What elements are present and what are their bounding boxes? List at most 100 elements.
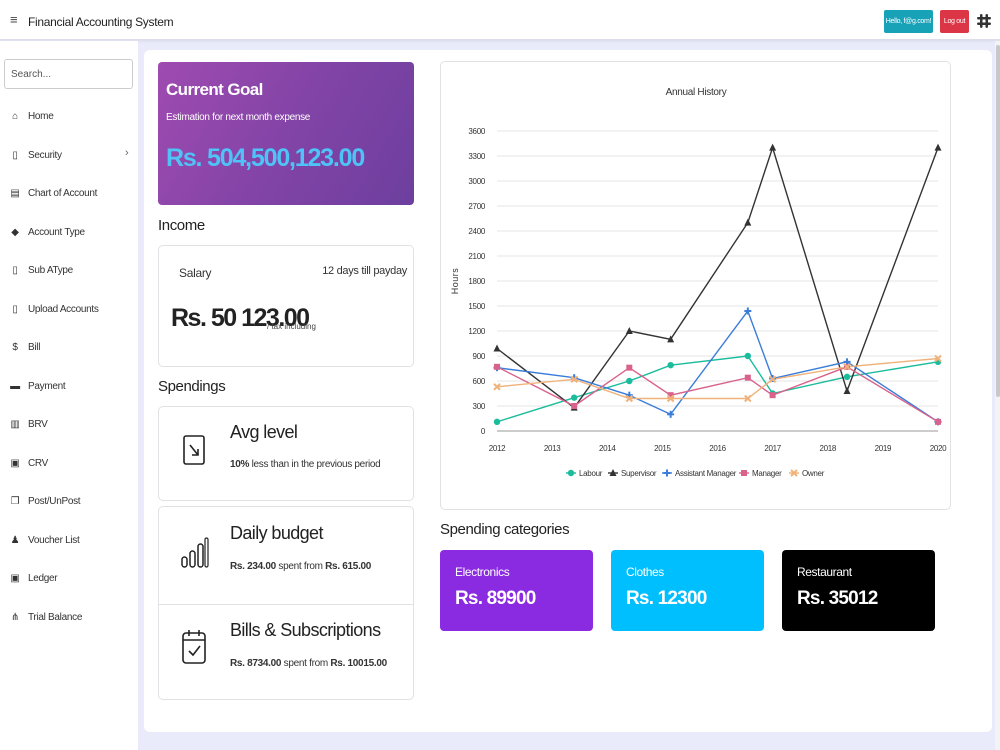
y-tick-label: 2700 [468, 202, 485, 211]
sidebar-item-chart-of-account[interactable]: ▤ Chart of Account [0, 184, 138, 206]
data-point-labour [667, 361, 674, 369]
budget-bills-card: Daily budget Rs. 234.00 spent from Rs. 6… [158, 506, 414, 700]
sidebar-item-label: Bill [28, 342, 41, 353]
legend-label: Manager [752, 469, 782, 478]
y-tick-label: 1800 [468, 277, 485, 286]
data-point-labour [744, 352, 752, 360]
spending-description: 10% less than in the previous period [230, 459, 381, 470]
spending-title: Avg level [230, 422, 298, 442]
sidebar-item-label: Payment [28, 381, 66, 392]
search-input[interactable] [4, 59, 133, 89]
sidebar-item-crv[interactable]: ▣ CRV [0, 454, 138, 476]
dollar-icon: $ [12, 342, 18, 353]
legend-label: Supervisor [621, 469, 657, 478]
slack-icon[interactable] [977, 13, 991, 29]
x-tick-label: 2016 [709, 444, 726, 453]
data-point-labour [843, 373, 851, 381]
y-tick-label: 3300 [468, 152, 485, 161]
data-point-manager [571, 403, 578, 409]
sidebar-item-upload-accounts[interactable]: ▯ Upload Accounts [0, 300, 138, 322]
category-card-clothes[interactable]: Clothes Rs. 12300 [611, 550, 764, 631]
category-card-electronics[interactable]: Electronics Rs. 89900 [440, 550, 593, 631]
y-tick-label: 900 [473, 352, 486, 361]
sidebar-item-label: Ledger [28, 573, 58, 584]
y-tick-label: 300 [473, 402, 486, 411]
payday-countdown: 12 days till payday [322, 265, 407, 277]
sidebar-item-sub-atype[interactable]: ▯ Sub AType [0, 261, 138, 283]
data-point-manager [494, 363, 500, 370]
sidebar-item-label: Account Type [28, 227, 85, 238]
sidebar-item-label: Voucher List [28, 535, 80, 546]
spending-title: Daily budget [230, 523, 323, 543]
series-line-labour [496, 355, 939, 423]
sidebar-item-brv[interactable]: ▥ BRV [0, 415, 138, 437]
x-tick-label: 2018 [819, 444, 836, 453]
document-e-icon: ▯ [12, 265, 18, 276]
copy-icon: ❐ [10, 496, 20, 507]
sidebar-item-label: CRV [28, 458, 49, 469]
legend-marker-assistant-manager [663, 469, 671, 477]
sidebar-item-security[interactable]: ▯ Security › [0, 146, 138, 168]
user-greeting-button[interactable]: Hello, f@g.com! [884, 10, 933, 33]
calendar-check-icon: ▣ [10, 573, 20, 584]
data-point-supervisor [493, 344, 501, 352]
spending-description: Rs. 8734.00 spent from Rs. 10015.00 [230, 658, 387, 669]
chart-title: Annual History [666, 87, 727, 98]
diamond-grid-icon: ◆ [11, 227, 19, 238]
current-goal-card: Current Goal Estimation for next month e… [158, 62, 414, 205]
sidebar-item-label: Trial Balance [28, 612, 83, 623]
category-amount: Rs. 12300 [626, 588, 707, 609]
spending-description: Rs. 234.00 spent from Rs. 615.00 [230, 561, 372, 572]
data-point-manager [935, 418, 941, 425]
category-amount: Rs. 89900 [455, 588, 536, 609]
x-tick-label: 2020 [930, 444, 947, 453]
spendings-section-title: Spendings [158, 378, 226, 395]
salary-note: / tax including [267, 322, 316, 331]
category-card-restaurant[interactable]: Restaurant Rs. 35012 [782, 550, 935, 631]
hamburger-icon[interactable]: ≡ [10, 12, 18, 28]
series-line-supervisor [496, 145, 939, 409]
x-tick-label: 2014 [599, 444, 616, 453]
sidebar-item-label: Post/UnPost [28, 496, 81, 507]
y-axis-label: Hours [450, 268, 460, 295]
income-card: Salary 12 days till payday Rs. 50 123.00… [158, 245, 414, 367]
legend-label: Owner [802, 469, 825, 478]
avg-level-card: Avg level 10% less than in the previous … [158, 406, 414, 501]
sidebar-item-label: Upload Accounts [28, 304, 99, 315]
sidebar-item-account-type[interactable]: ◆ Account Type [0, 223, 138, 245]
data-point-labour [626, 377, 633, 385]
x-tick-label: 2012 [489, 444, 506, 453]
legend-label: Labour [579, 469, 603, 478]
sidebar: ⌂ Home ▯ Security › ▤ Chart of Account ◆ Account… [0, 41, 138, 750]
calendar-check-icon [181, 627, 209, 667]
home-icon: ⌂ [12, 111, 18, 122]
chevron-right-icon[interactable]: › [125, 147, 129, 159]
sidebar-item-label: Security [28, 150, 62, 161]
top-navbar: ≡ Financial Accounting System Hello, f@g… [0, 0, 1000, 40]
scrollbar-thumb[interactable] [996, 45, 1000, 397]
y-tick-label: 2100 [468, 252, 485, 261]
sidebar-item-trial-balance[interactable]: ⋔ Trial Balance [0, 608, 138, 630]
sidebar-item-home[interactable]: ⌂ Home [0, 107, 138, 129]
data-point-supervisor [744, 218, 752, 226]
y-tick-label: 1200 [468, 327, 485, 336]
goal-subtitle: Estimation for next month expense [166, 112, 311, 123]
data-point-labour [570, 394, 578, 401]
category-name: Restaurant [797, 565, 852, 579]
x-tick-label: 2015 [654, 444, 671, 453]
arrow-down-right-icon [181, 430, 209, 470]
list-icon: ▤ [10, 188, 20, 199]
sidebar-item-label: Sub AType [28, 265, 73, 276]
sidebar-item-payment[interactable]: ▬ Payment [0, 377, 138, 399]
sidebar-item-post-unpost[interactable]: ❐ Post/UnPost [0, 492, 138, 514]
spending-categories-title: Spending categories [440, 521, 570, 538]
sidebar-item-ledger[interactable]: ▣ Ledger [0, 569, 138, 591]
sidebar-item-bill[interactable]: $ Bill [0, 338, 138, 360]
sidebar-item-voucher-list[interactable]: ♟ Voucher List [0, 531, 138, 553]
data-point-supervisor [843, 387, 851, 394]
spending-title: Bills & Subscriptions [230, 620, 381, 640]
logout-button[interactable]: Log out [940, 10, 969, 33]
legend-marker-labour [567, 469, 575, 477]
y-tick-label: 600 [473, 377, 486, 386]
series-line-manager [496, 366, 939, 423]
